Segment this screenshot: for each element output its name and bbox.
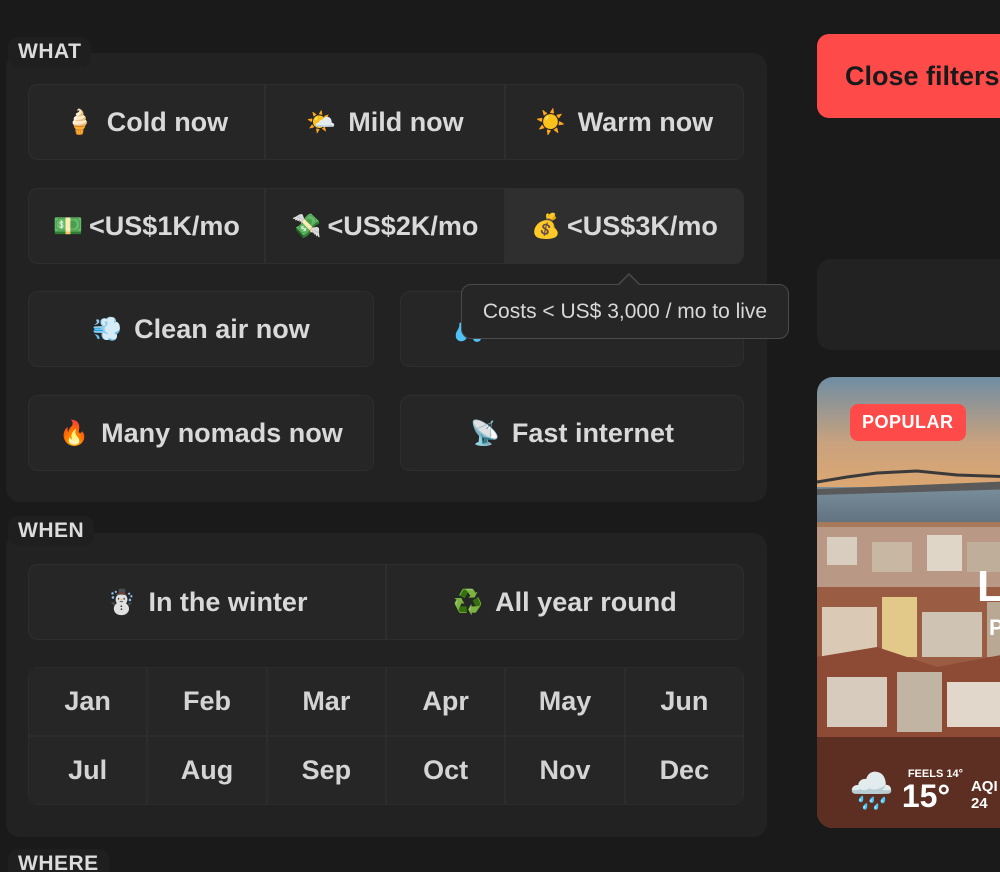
month-grid: Jan Feb Mar Apr May Jun Jul Aug Sep Oct … — [28, 667, 744, 805]
cost-3k-button[interactable]: 💰 <US$3K/mo — [505, 188, 744, 264]
sun-behind-cloud-icon: 🌤️ — [306, 108, 337, 136]
month-feb[interactable]: Feb — [147, 667, 267, 736]
in-the-winter-label: In the winter — [148, 586, 308, 617]
month-mar[interactable]: Mar — [266, 667, 386, 736]
when-section-label: WHEN — [8, 516, 95, 546]
city-name: L — [977, 562, 1000, 611]
fast-internet-label: Fast internet — [511, 417, 674, 448]
warm-now-label: Warm now — [577, 106, 714, 137]
aqi-label: AQI — [970, 778, 998, 795]
satellite-antenna-icon: 📡 — [470, 419, 500, 447]
money-with-wings-icon: 💸 — [291, 212, 322, 240]
month-jun[interactable]: Jun — [624, 667, 744, 736]
popular-badge: POPULAR — [850, 404, 966, 441]
month-jan[interactable]: Jan — [28, 667, 148, 736]
fire-icon: 🔥 — [59, 419, 90, 447]
temperature-filter-row: 🍦 Cold now 🌤️ Mild now ☀️ Warm now — [28, 84, 744, 160]
month-nov[interactable]: Nov — [505, 736, 625, 805]
warm-now-button[interactable]: ☀️ Warm now — [505, 84, 744, 160]
clean-air-button[interactable]: 💨 Clean air now — [28, 291, 374, 367]
month-may[interactable]: May — [505, 667, 625, 736]
snowman-icon: ☃️ — [106, 588, 137, 616]
mild-now-label: Mild now — [348, 106, 464, 137]
ice-cream-icon: 🍦 — [64, 108, 95, 136]
month-oct[interactable]: Oct — [386, 736, 506, 805]
aqi-block: AQI 24 — [970, 778, 998, 812]
recycle-icon: ♻️ — [453, 588, 484, 616]
temperature-block: FEELS 14° 15° — [901, 769, 963, 814]
month-apr[interactable]: Apr — [386, 667, 506, 736]
all-year-round-button[interactable]: ♻️ All year round — [386, 564, 744, 640]
cost-1k-button[interactable]: 💵 <US$1K/mo — [28, 188, 265, 264]
clean-air-label: Clean air now — [134, 313, 310, 344]
cold-now-button[interactable]: 🍦 Cold now — [28, 84, 265, 160]
temperature-value: 15° — [901, 778, 951, 814]
season-filter-row: ☃️ In the winter ♻️ All year round — [28, 564, 744, 640]
month-sep[interactable]: Sep — [266, 736, 386, 805]
weather-info: 🌧️ FEELS 14° 15° AQI 24 — [849, 769, 998, 814]
cost-filter-row: 💵 <US$1K/mo 💸 <US$2K/mo 💰 <US$3K/mo — [28, 188, 744, 264]
cost-1k-label: <US$1K/mo — [89, 210, 240, 241]
money-bag-icon: 💰 — [531, 212, 562, 240]
cold-now-label: Cold now — [106, 106, 229, 137]
in-the-winter-button[interactable]: ☃️ In the winter — [28, 564, 386, 640]
month-dec[interactable]: Dec — [624, 736, 744, 805]
month-jul[interactable]: Jul — [28, 736, 148, 805]
what-section-label: WHAT — [8, 37, 92, 67]
month-aug[interactable]: Aug — [147, 736, 267, 805]
where-section-label: WHERE — [8, 849, 109, 872]
fast-internet-button[interactable]: 📡 Fast internet — [400, 395, 744, 471]
cost-2k-label: <US$2K/mo — [327, 210, 479, 241]
aqi-value: 24 — [970, 794, 988, 812]
rain-cloud-icon: 🌧️ — [849, 770, 894, 811]
country-name: P — [989, 615, 1000, 640]
close-filters-button[interactable]: Close filters — [817, 34, 1000, 118]
sun-icon: ☀️ — [535, 108, 566, 136]
many-nomads-button[interactable]: 🔥 Many nomads now — [28, 395, 374, 471]
cost-3k-label: <US$3K/mo — [567, 210, 718, 241]
city-photo — [817, 377, 1000, 828]
wind-icon: 💨 — [92, 315, 123, 343]
search-box[interactable] — [817, 259, 1000, 350]
filters-page: WHAT 🍦 Cold now 🌤️ Mild now ☀️ Warm now … — [0, 0, 1000, 872]
mild-now-button[interactable]: 🌤️ Mild now — [265, 84, 505, 160]
many-nomads-label: Many nomads now — [101, 417, 343, 448]
cost-2k-button[interactable]: 💸 <US$2K/mo — [265, 188, 505, 264]
cost-tooltip: Costs < US$ 3,000 / mo to live — [461, 273, 789, 339]
dollar-bill-icon: 💵 — [53, 212, 84, 240]
city-card[interactable]: POPULAR L P 🌧️ FEELS 14° 15° AQI 24 — [817, 377, 1000, 828]
all-year-round-label: All year round — [495, 586, 677, 617]
